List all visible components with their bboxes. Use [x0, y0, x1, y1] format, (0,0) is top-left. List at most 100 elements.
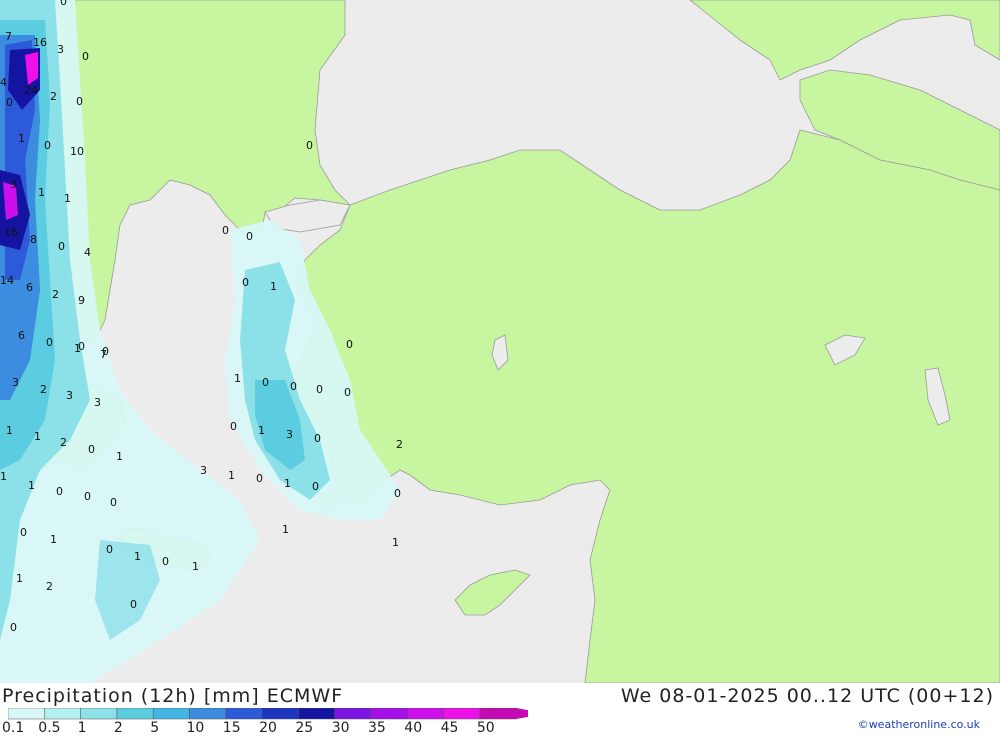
footer-bar: Precipitation (12h) [mm] ECMWF We 08-01-… [0, 683, 1000, 736]
chart-title: Precipitation (12h) [mm] ECMWF [2, 685, 344, 707]
legend-label: 30 [331, 720, 350, 736]
precip-value-label: 10 [70, 145, 84, 158]
legend-label: 40 [404, 720, 423, 736]
precip-value-label: 0 [242, 276, 249, 289]
precip-value-label: 1 [0, 470, 7, 483]
precip-value-label: 4 [84, 246, 91, 259]
precip-value-label: 0 [312, 480, 319, 493]
precip-value-label: 1 [16, 572, 23, 585]
legend-label: 2 [113, 720, 123, 736]
precip-value-label: 3 [286, 428, 293, 441]
precip-value-label: 8 [30, 233, 37, 246]
legend-label: 35 [368, 720, 386, 736]
legend-label: 0.1 [2, 720, 25, 736]
legend-swatch [261, 708, 299, 720]
precip-value-label: 0 [346, 338, 353, 351]
legend-swatch [370, 708, 408, 720]
precip-value-label: 0 [344, 386, 351, 399]
precip-value-label: 2 [40, 383, 47, 396]
precip-value-label: 0 [314, 432, 321, 445]
precip-value-label: 1 [38, 186, 45, 199]
precip-value-label: 1 [228, 469, 235, 482]
precip-value-label: 2 [52, 288, 59, 301]
precip-value-label: 0 [306, 139, 313, 152]
legend-label: 10 [186, 720, 205, 736]
precip-value-label: 0 [60, 0, 67, 8]
precip-value-label: 1 [134, 550, 141, 563]
precip-value-label: 0 [56, 485, 63, 498]
precip-value-label: 9 [78, 294, 85, 307]
precip-value-label: 0 [316, 383, 323, 396]
precip-value-label: 0 [106, 543, 113, 556]
precip-value-label: 0 [10, 621, 17, 634]
precip-value-label: 16 [33, 36, 47, 49]
precip-value-label: 0 [110, 496, 117, 509]
precip-value-label: 0 [230, 420, 237, 433]
legend-swatch [8, 708, 45, 720]
precip-value-label: 0 [102, 345, 109, 358]
precip-value-label: 0 [88, 443, 95, 456]
legend-swatch [80, 708, 118, 720]
precip-value-label: 3 [200, 464, 207, 477]
legend-label: 15 [222, 720, 241, 736]
legend-label: 20 [259, 720, 277, 736]
precip-value-label: 16 [4, 226, 18, 239]
precip-value-label: 3 [10, 178, 17, 191]
precip-value-label: 6 [26, 281, 33, 294]
precip-value-label: 1 [258, 424, 265, 437]
legend-swatch [298, 708, 335, 720]
precip-value-label: 3 [57, 43, 64, 56]
precip-value-label: 1 [270, 280, 277, 293]
precip-value-label: 1 [284, 477, 291, 490]
precip-value-label: 1 [50, 533, 57, 546]
precip-value-label: 0 [290, 380, 297, 393]
precip-value-label: 1 [392, 536, 399, 549]
legend-label: 0.5 [38, 720, 61, 736]
precip-value-label: 0 [44, 139, 51, 152]
precip-value-label: 0 [76, 95, 83, 108]
precip-value-label: 1 [34, 430, 41, 443]
legend-label: 45 [440, 720, 459, 736]
precip-value-label: 1 [6, 424, 13, 437]
precip-value-label: 2 [46, 580, 53, 593]
legend-swatch [334, 708, 372, 720]
precip-value-label: 14 [0, 274, 14, 287]
legend-arrow [516, 708, 528, 719]
precip-value-label: 3 [12, 376, 19, 389]
precip-value-label: 4 [0, 76, 7, 89]
legend-swatch [407, 708, 444, 720]
precip-value-label: 1 [28, 479, 35, 492]
precip-value-label: 0 [82, 50, 89, 63]
precip-value-label: 2 [396, 438, 403, 451]
precipitation-map: 7 1630424 2 0010 1031 11680 41462 960 1 732 331 1 20… [0, 0, 1000, 683]
precip-value-label: 2 [50, 90, 57, 103]
legend-swatch [189, 708, 227, 720]
precip-value-label: 0 [246, 230, 253, 243]
precip-value-label: 1 [192, 560, 199, 573]
legend-swatch [116, 708, 154, 720]
precip-value-label: 1 [116, 450, 123, 463]
legend-label: 50 [476, 720, 495, 736]
legend-label: 1 [77, 720, 87, 736]
precip-value-label: 1 [64, 192, 71, 205]
precip-value-label: 0 [222, 224, 229, 237]
precip-value-label: 0 [46, 336, 53, 349]
precip-value-label: 7 [5, 30, 12, 43]
precip-value-label: 6 [18, 329, 25, 342]
precip-value-label: 0 [262, 376, 269, 389]
legend-swatch [44, 708, 81, 720]
credit-link[interactable]: ©weatheronline.co.uk [858, 718, 980, 731]
legend-label: 25 [295, 720, 314, 736]
precip-value-label: 3 [94, 396, 101, 409]
precip-value-label: 0 [58, 240, 65, 253]
precip-value-label: 3 [66, 389, 73, 402]
legend-swatch [225, 708, 263, 720]
precip-value-label: 0 [394, 487, 401, 500]
precip-value-label: 0 [78, 340, 85, 353]
precip-value-label: 0 [130, 598, 137, 611]
precip-value-label: 24 [24, 84, 38, 97]
precip-value-label: 0 [6, 96, 13, 109]
legend-swatch [443, 708, 481, 720]
precip-value-label: 0 [20, 526, 27, 539]
precip-value-label: 0 [256, 472, 263, 485]
